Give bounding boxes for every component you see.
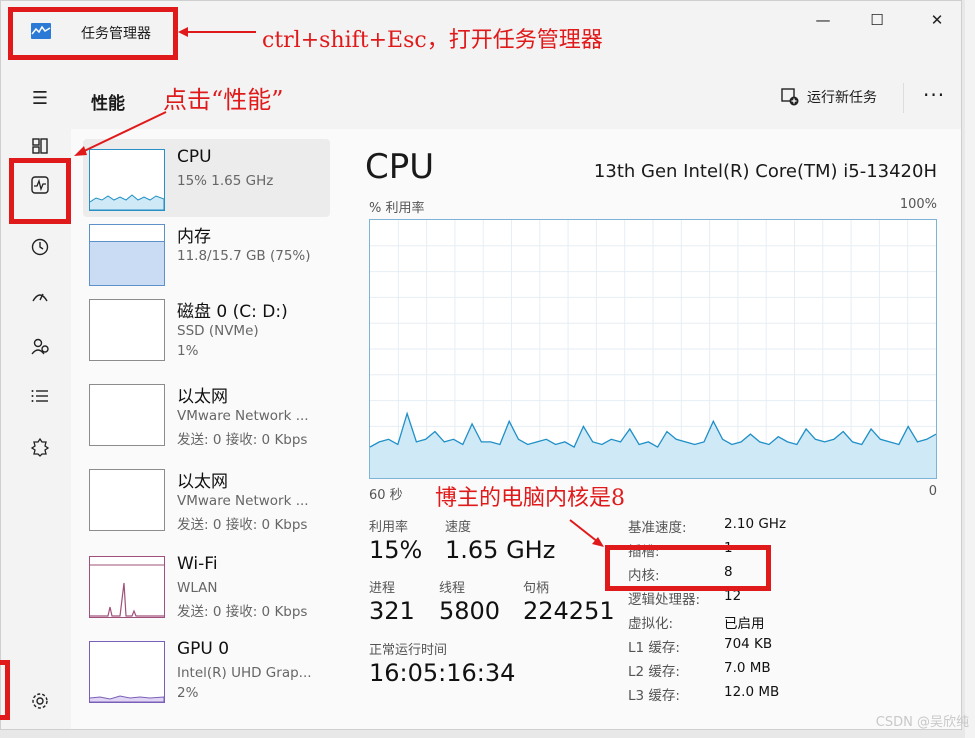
- speed-label: 速度: [445, 520, 472, 535]
- handles-label: 句柄: [523, 581, 550, 596]
- resource-name: Wi-Fi: [177, 554, 218, 574]
- resource-name: 磁盘 0 (C: D:): [177, 302, 288, 322]
- annotation-box-performance: [9, 158, 71, 224]
- close-icon[interactable]: ✕: [917, 11, 957, 31]
- handles-value: 224251: [523, 597, 615, 625]
- resource-thumbnail: [89, 556, 165, 618]
- uptime-value: 16:05:16:34: [369, 659, 516, 687]
- graph-x-end: 0: [928, 484, 937, 499]
- resource-thumbnail: [89, 224, 165, 286]
- resource-name: 以太网: [177, 472, 228, 492]
- resource-subtitle-2: 发送: 0 接收: 0 Kbps: [177, 517, 308, 533]
- detail-title: CPU: [365, 147, 435, 187]
- annotation-arrow-cores: [569, 519, 604, 547]
- resource-item[interactable]: 以太网 VMware Network ... 发送: 0 接收: 0 Kbps: [83, 374, 330, 452]
- graph-y-label: % 利用率: [369, 201, 425, 216]
- more-options-button[interactable]: ···: [923, 83, 945, 107]
- resource-item[interactable]: 内存 11.8/15.7 GB (75%): [83, 214, 330, 292]
- utilization-label: 利用率: [369, 520, 409, 535]
- resource-subtitle: Intel(R) UHD Grap...: [177, 665, 312, 681]
- spec-value: 已启用: [724, 616, 765, 632]
- hamburger-icon[interactable]: ☰: [25, 83, 55, 113]
- resource-thumbnail: [89, 641, 165, 703]
- resource-name: 内存: [177, 227, 211, 247]
- resource-subtitle-2: 2%: [177, 685, 199, 701]
- resource-thumbnail: [89, 384, 165, 446]
- resource-item[interactable]: GPU 0 Intel(R) UHD Grap... 2%: [83, 631, 330, 709]
- header-divider: [903, 83, 904, 113]
- processes-icon[interactable]: [25, 131, 55, 161]
- resource-item[interactable]: 以太网 VMware Network ... 发送: 0 接收: 0 Kbps: [83, 459, 330, 537]
- users-icon[interactable]: [25, 332, 55, 362]
- resource-subtitle: 11.8/15.7 GB (75%): [177, 248, 311, 264]
- resource-list: CPU 15% 1.65 GHz 内存 11.8/15.7 GB (75%) 磁盘 0 …: [71, 129, 333, 729]
- spec-key: 虚拟化:: [628, 616, 674, 632]
- details-icon[interactable]: [25, 381, 55, 411]
- resource-subtitle-2: 1%: [177, 343, 199, 359]
- resource-name: 以太网: [177, 387, 228, 407]
- annotation-arrow-title: [178, 27, 256, 37]
- background-app: [965, 0, 975, 738]
- resource-subtitle-2: 发送: 0 接收: 0 Kbps: [177, 604, 308, 620]
- resource-item[interactable]: Wi-Fi WLAN 发送: 0 接收: 0 Kbps: [83, 546, 330, 624]
- spec-value: 7.0 MB: [724, 660, 771, 676]
- threads-label: 线程: [439, 581, 466, 596]
- annotation-box-title: [8, 7, 178, 60]
- resource-item[interactable]: 磁盘 0 (C: D:) SSD (NVMe) 1%: [83, 289, 330, 367]
- graph-y-max: 100%: [899, 197, 937, 212]
- annotation-cores-note: 博主的电脑内核是8: [435, 486, 625, 511]
- resource-thumbnail: [89, 469, 165, 531]
- watermark: CSDN @吴欣纯: [875, 715, 969, 730]
- startup-icon[interactable]: [25, 282, 55, 312]
- resource-subtitle: VMware Network ...: [177, 493, 309, 509]
- minimize-icon[interactable]: —: [803, 11, 843, 31]
- spec-key: L2 缓存:: [628, 664, 680, 680]
- cpu-detail: CPU 13th Gen Intel(R) Core(TM) i5-13420H…: [361, 129, 951, 729]
- resource-name: CPU: [177, 147, 212, 167]
- spec-key: L1 缓存:: [628, 640, 680, 656]
- spec-value: 704 KB: [724, 636, 773, 652]
- utilization-value: 15%: [369, 536, 423, 564]
- processes-value: 321: [369, 597, 415, 625]
- resource-subtitle: SSD (NVMe): [177, 323, 259, 339]
- resource-subtitle: WLAN: [177, 580, 218, 596]
- app-history-icon[interactable]: [25, 232, 55, 262]
- annotation-perf-note: 点击“性能”: [163, 86, 284, 114]
- cpu-model: 13th Gen Intel(R) Core(TM) i5-13420H: [593, 161, 937, 182]
- resource-subtitle: 15% 1.65 GHz: [177, 173, 274, 189]
- graph-x-start: 60 秒: [369, 488, 403, 503]
- spec-key: 逻辑处理器:: [628, 592, 701, 608]
- uptime-label: 正常运行时间: [369, 643, 448, 658]
- resource-name: GPU 0: [177, 639, 230, 659]
- services-icon[interactable]: [25, 432, 55, 462]
- spec-value: 12.0 MB: [724, 684, 780, 700]
- cpu-graph-svg: [369, 220, 937, 478]
- run-new-task-button[interactable]: 运行新任务: [781, 87, 877, 107]
- spec-key: 基准速度:: [628, 520, 687, 536]
- annotation-title-note: ctrl+shift+Esc，打开任务管理器: [262, 28, 603, 53]
- settings-icon[interactable]: [25, 686, 55, 716]
- spec-key: L3 缓存:: [628, 688, 680, 704]
- processes-label: 进程: [369, 581, 396, 596]
- annotation-arrow-performance: [74, 111, 167, 156]
- annotation-box-cores: [605, 545, 771, 591]
- cpu-utilization-graph: [369, 219, 937, 479]
- threads-value: 5800: [439, 597, 501, 625]
- maximize-icon[interactable]: ☐: [857, 11, 897, 31]
- performance-panel: CPU 15% 1.65 GHz 内存 11.8/15.7 GB (75%) 磁盘 0 …: [71, 129, 961, 729]
- run-task-icon: [781, 88, 799, 106]
- annotation-box-edge: [0, 660, 10, 720]
- resource-subtitle-2: 发送: 0 接收: 0 Kbps: [177, 432, 308, 448]
- spec-value: 2.10 GHz: [724, 516, 787, 532]
- speed-value: 1.65 GHz: [445, 536, 556, 564]
- resource-thumbnail: [89, 299, 165, 361]
- resource-subtitle: VMware Network ...: [177, 408, 309, 424]
- run-new-task-label: 运行新任务: [807, 90, 877, 106]
